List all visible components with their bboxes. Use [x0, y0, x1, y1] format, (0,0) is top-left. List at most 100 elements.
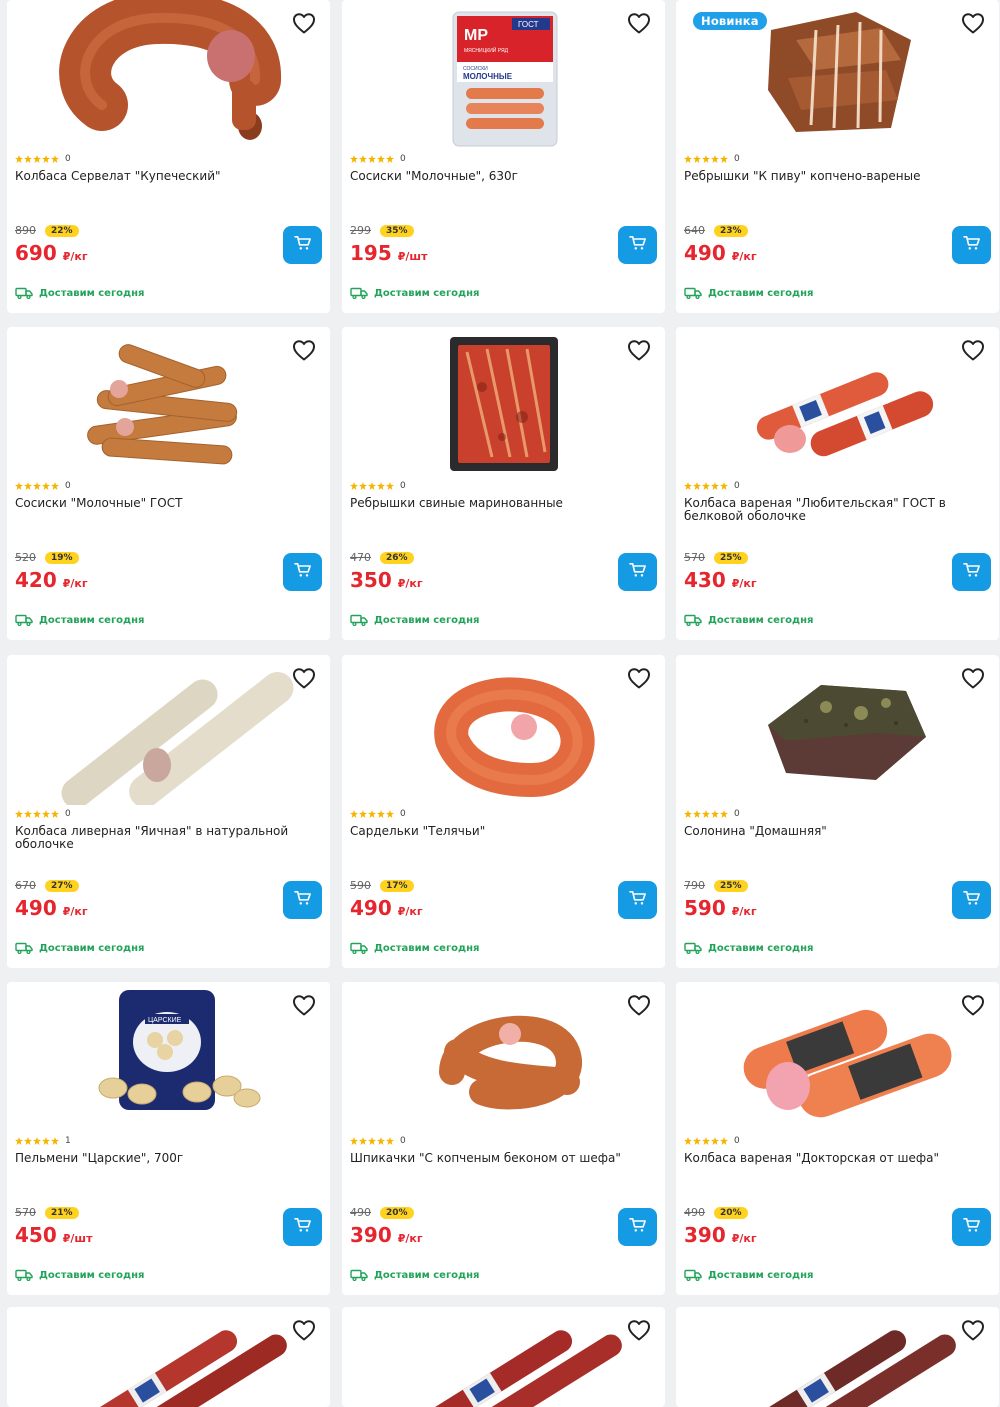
delivery-info: Доставим сегодня [15, 284, 144, 303]
old-price: 670 [15, 879, 36, 892]
product-name[interactable]: Колбаса ливерная "Яичная" в натуральной … [15, 825, 320, 851]
product-name[interactable]: Колбаса вареная "Докторская от шефа" [684, 1152, 989, 1165]
add-to-cart-button[interactable] [952, 226, 991, 264]
add-to-cart-button[interactable] [618, 553, 657, 591]
review-count: 0 [734, 1136, 740, 1146]
delivery-label: Доставим сегодня [708, 288, 814, 299]
add-to-cart-button[interactable] [283, 553, 322, 591]
product-card[interactable]: 0 Колбаса вареная "Любительская" ГОСТ в … [676, 327, 999, 640]
heart-outline-icon[interactable] [961, 667, 985, 689]
add-to-cart-button[interactable] [283, 1208, 322, 1246]
product-name[interactable]: Шпикачки "С копченым беконом от шефа" [350, 1152, 655, 1165]
product-card[interactable]: Новинка 0 Ребрышки "К пиву" копчено-варе… [676, 0, 999, 313]
discount-badge: 23% [714, 224, 748, 237]
add-to-cart-button[interactable] [283, 226, 322, 264]
product-image[interactable] [7, 1307, 330, 1407]
heart-outline-icon[interactable] [627, 12, 651, 34]
product-image[interactable] [676, 655, 999, 805]
product-card[interactable]: ЦАРСКИЕ 1 Пельмени "Царские", 700г 570 2… [7, 982, 330, 1295]
rating: 0 [350, 808, 406, 820]
product-image[interactable]: ЦАРСКИЕ [7, 982, 330, 1132]
heart-outline-icon[interactable] [292, 667, 316, 689]
product-name[interactable]: Колбаса вареная "Любительская" ГОСТ в бе… [684, 497, 989, 523]
add-to-cart-button[interactable] [952, 553, 991, 591]
old-price: 570 [684, 551, 705, 564]
delivery-truck-icon [15, 939, 33, 958]
review-count: 1 [65, 1136, 71, 1146]
product-card[interactable]: 0 Ребрышки свиные маринованные 470 26% 3… [342, 327, 665, 640]
delivery-label: Доставим сегодня [708, 1270, 814, 1281]
rating: 0 [684, 1135, 740, 1147]
product-card[interactable]: 0 Колбаса вареная "Докторская от шефа" 4… [676, 982, 999, 1295]
delivery-truck-icon [350, 284, 368, 303]
product-card[interactable]: МР МЯСНИЦКИЙ РЯД ГОСТ СОСИСКИ МОЛОЧНЫЕ 0… [342, 0, 665, 313]
price: 490 [350, 896, 392, 920]
heart-outline-icon[interactable] [961, 994, 985, 1016]
old-price: 470 [350, 551, 371, 564]
add-to-cart-button[interactable] [618, 1208, 657, 1246]
delivery-label: Доставим сегодня [708, 615, 814, 626]
price: 390 [684, 1223, 726, 1247]
product-name[interactable]: Сардельки "Телячьи" [350, 825, 655, 838]
review-count: 0 [734, 154, 740, 164]
product-name[interactable]: Сосиски "Молочные", 630г [350, 170, 655, 183]
product-image[interactable] [7, 327, 330, 477]
heart-outline-icon[interactable] [627, 667, 651, 689]
price-unit: ₽/кг [62, 905, 88, 918]
product-card[interactable]: 0 Шпикачки "С копченым беконом от шефа" … [342, 982, 665, 1295]
add-to-cart-button[interactable] [283, 881, 322, 919]
rating: 0 [15, 808, 71, 820]
product-image[interactable] [7, 0, 330, 150]
price: 350 [350, 568, 392, 592]
product-name[interactable]: Пельмени "Царские", 700г [15, 1152, 320, 1165]
add-to-cart-button[interactable] [618, 881, 657, 919]
heart-outline-icon[interactable] [961, 1319, 985, 1341]
product-name[interactable]: Ребрышки свиные маринованные [350, 497, 655, 510]
product-image[interactable]: МР МЯСНИЦКИЙ РЯД ГОСТ СОСИСКИ МОЛОЧНЫЕ [342, 0, 665, 150]
delivery-label: Доставим сегодня [374, 288, 480, 299]
star-icon [684, 482, 728, 490]
heart-outline-icon[interactable] [961, 339, 985, 361]
heart-outline-icon[interactable] [627, 1319, 651, 1341]
product-name[interactable]: Сосиски "Молочные" ГОСТ [15, 497, 320, 510]
heart-outline-icon[interactable] [292, 1319, 316, 1341]
add-to-cart-button[interactable] [618, 226, 657, 264]
heart-outline-icon[interactable] [292, 994, 316, 1016]
product-card[interactable]: 0 Колбаса Сервелат "Купеческий" 890 22% … [7, 0, 330, 313]
add-to-cart-button[interactable] [952, 881, 991, 919]
delivery-info: Доставим сегодня [684, 284, 813, 303]
product-image[interactable] [676, 1307, 999, 1407]
heart-outline-icon[interactable] [292, 339, 316, 361]
product-image[interactable] [676, 327, 999, 477]
product-card[interactable]: 0 Солонина "Домашняя" 790 25% 590 ₽/кг Д… [676, 655, 999, 968]
product-image[interactable] [342, 655, 665, 805]
product-image[interactable] [676, 982, 999, 1132]
heart-outline-icon[interactable] [627, 994, 651, 1016]
product-card[interactable] [676, 1307, 999, 1407]
price: 690 [15, 241, 57, 265]
product-image[interactable] [7, 655, 330, 805]
heart-outline-icon[interactable] [961, 12, 985, 34]
product-name[interactable]: Ребрышки "К пиву" копчено-вареные [684, 170, 989, 183]
product-card[interactable]: 0 Колбаса ливерная "Яичная" в натурально… [7, 655, 330, 968]
delivery-label: Доставим сегодня [374, 943, 480, 954]
sausages-pile-image [87, 344, 238, 465]
heart-outline-icon[interactable] [627, 339, 651, 361]
product-card[interactable]: 0 Сардельки "Телячьи" 590 17% 490 ₽/кг Д… [342, 655, 665, 968]
product-card[interactable]: 0 Сосиски "Молочные" ГОСТ 520 19% 420 ₽/… [7, 327, 330, 640]
cart-icon [628, 235, 647, 255]
old-price: 570 [15, 1206, 36, 1219]
add-to-cart-button[interactable] [952, 1208, 991, 1246]
product-image[interactable] [342, 1307, 665, 1407]
product-name[interactable]: Колбаса Сервелат "Купеческий" [15, 170, 320, 183]
product-image[interactable] [342, 327, 665, 477]
product-image[interactable] [342, 982, 665, 1132]
product-card[interactable] [7, 1307, 330, 1407]
star-icon [15, 155, 59, 163]
heart-outline-icon[interactable] [292, 12, 316, 34]
smoked-salami-c-image [750, 1330, 956, 1407]
product-card[interactable] [342, 1307, 665, 1407]
star-icon [350, 482, 394, 490]
cart-icon [628, 562, 647, 582]
product-name[interactable]: Солонина "Домашняя" [684, 825, 989, 838]
